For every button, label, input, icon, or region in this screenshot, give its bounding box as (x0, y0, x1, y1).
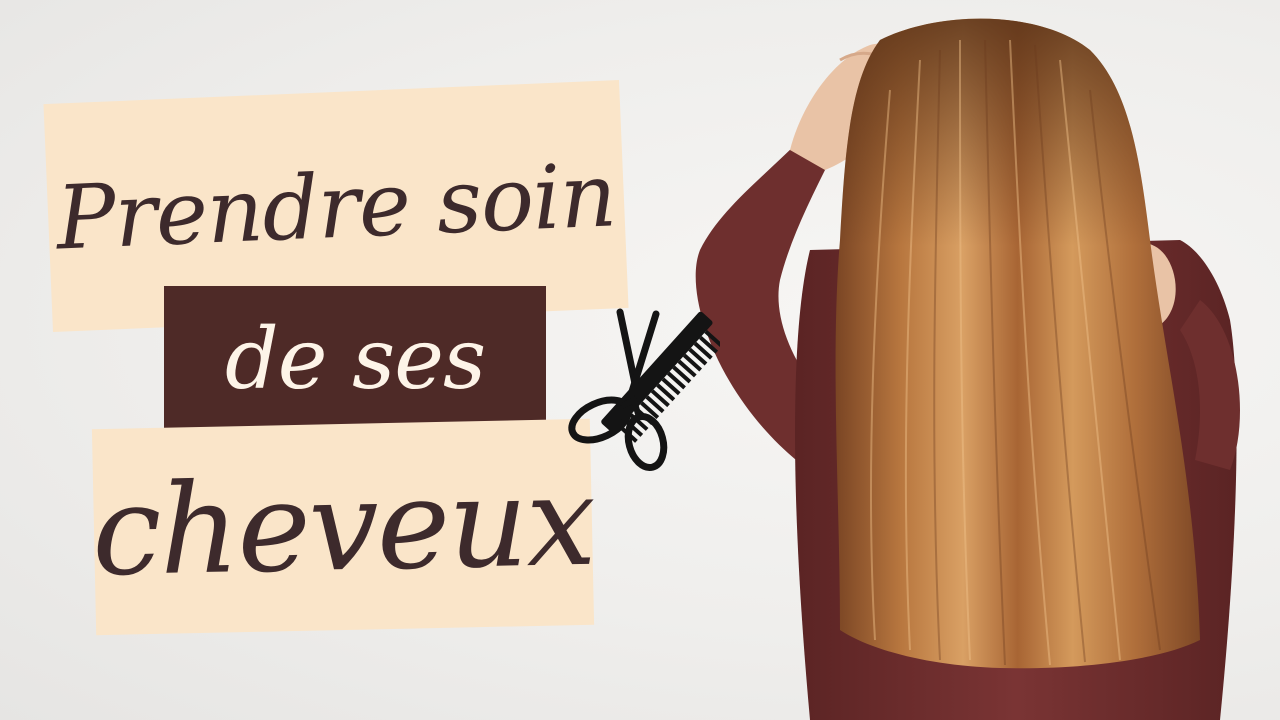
title-block: Prendre soin de ses cheveux (0, 0, 720, 720)
title-line-3: cheveux (90, 449, 596, 605)
title-line-1: Prendre soin (54, 142, 618, 270)
title-panel-bottom: cheveux (90, 418, 596, 636)
title-panel-middle: de ses (164, 286, 546, 432)
hair-photo (695, 18, 1240, 720)
title-line-2: de ses (224, 310, 486, 408)
scissors-comb-icon (568, 308, 720, 471)
